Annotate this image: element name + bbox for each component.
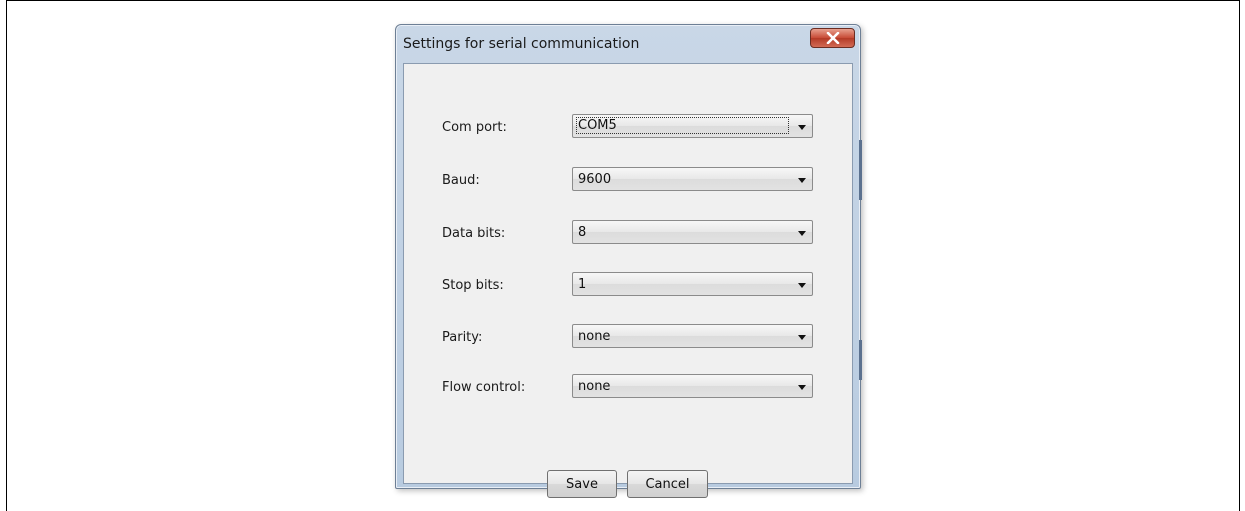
field-row-com-port: Com port: COM5 bbox=[404, 114, 852, 142]
stop-bits-select[interactable]: 1 bbox=[572, 272, 813, 296]
field-row-baud: Baud: 9600 bbox=[404, 167, 852, 195]
data-bits-value: 8 bbox=[578, 225, 587, 240]
close-button[interactable] bbox=[810, 28, 855, 48]
com-port-label: Com port: bbox=[442, 120, 507, 135]
stop-bits-value: 1 bbox=[578, 277, 587, 292]
flow-control-label: Flow control: bbox=[442, 380, 526, 395]
chevron-down-icon bbox=[798, 178, 806, 183]
baud-select[interactable]: 9600 bbox=[572, 167, 813, 191]
field-row-data-bits: Data bits: 8 bbox=[404, 220, 852, 248]
data-bits-select[interactable]: 8 bbox=[572, 220, 813, 244]
stop-bits-label: Stop bits: bbox=[442, 278, 504, 293]
baud-label: Baud: bbox=[442, 173, 480, 188]
field-row-stop-bits: Stop bits: 1 bbox=[404, 272, 852, 300]
chevron-down-icon bbox=[798, 335, 806, 340]
field-row-parity: Parity: none bbox=[404, 324, 852, 352]
parity-value: none bbox=[578, 329, 611, 344]
cancel-button[interactable]: Cancel bbox=[627, 470, 708, 498]
background-window-edge bbox=[859, 340, 862, 380]
dialog-body: Com port: COM5 Baud: 9600 Data bits: 8 S… bbox=[403, 63, 853, 498]
parity-select[interactable]: none bbox=[572, 324, 813, 348]
save-button[interactable]: Save bbox=[547, 470, 617, 498]
title-bar[interactable]: Settings for serial communication bbox=[396, 25, 860, 63]
chevron-down-icon bbox=[798, 231, 806, 236]
parity-label: Parity: bbox=[442, 330, 483, 345]
field-row-flow-control: Flow control: none bbox=[404, 374, 852, 402]
settings-dialog: Settings for serial communication Com po… bbox=[395, 24, 861, 498]
chevron-down-icon bbox=[798, 125, 806, 130]
chevron-down-icon bbox=[798, 385, 806, 390]
close-icon bbox=[826, 32, 839, 44]
flow-control-select[interactable]: none bbox=[572, 374, 813, 398]
com-port-select[interactable]: COM5 bbox=[572, 114, 813, 138]
background-window-edge bbox=[859, 140, 862, 200]
data-bits-label: Data bits: bbox=[442, 226, 506, 241]
com-port-value: COM5 bbox=[576, 117, 789, 134]
baud-value: 9600 bbox=[578, 172, 612, 187]
dialog-title: Settings for serial communication bbox=[403, 36, 640, 52]
chevron-down-icon bbox=[798, 283, 806, 288]
flow-control-value: none bbox=[578, 379, 611, 394]
